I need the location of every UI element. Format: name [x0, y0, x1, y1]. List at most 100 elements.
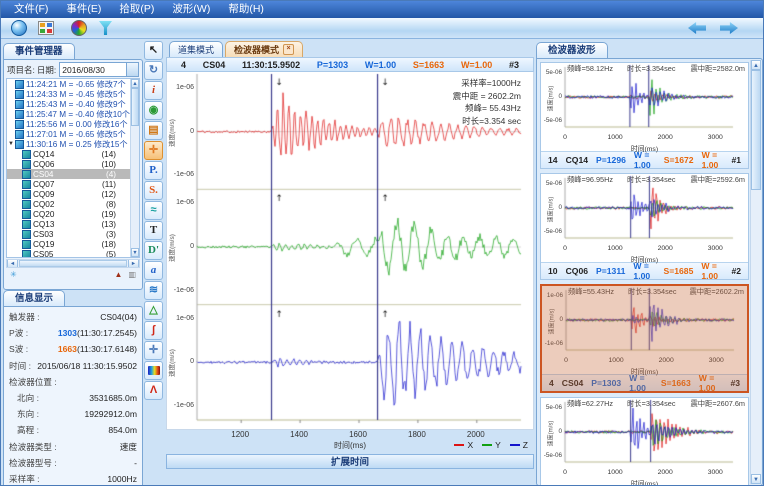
x-axis-label: 时间(ms)	[541, 254, 748, 262]
peak-tool-icon: △	[149, 305, 157, 316]
detector-name: CQ06	[33, 160, 54, 169]
detector-item[interactable]: CQ02(8)	[7, 199, 130, 209]
curve-tool-button[interactable]: ʃ	[144, 321, 163, 340]
s-phase-tool-button[interactable]: S.	[144, 181, 163, 200]
rotate-tool-button[interactable]: ↻	[144, 61, 163, 80]
multitrace-tool-button[interactable]: ≋	[144, 281, 163, 300]
detector-item[interactable]: CQ07(11)	[7, 179, 130, 189]
print-tool-button[interactable]: ▤	[144, 121, 163, 140]
menu-item-help[interactable]: 帮助(H)	[219, 1, 273, 18]
p-phase-tool-button[interactable]: P.	[144, 161, 163, 180]
colorwheel-icon	[71, 20, 87, 36]
detector-card[interactable]: 频峰=62.27Hz时长=3.354sec震中距=2607.6m5e-060-5…	[540, 397, 749, 486]
date-select[interactable]: 2016/08/30	[59, 62, 139, 77]
status-delete-icon[interactable]: ▥	[128, 270, 136, 279]
status-refresh-icon[interactable]: ✳	[10, 270, 17, 279]
detector-name: CQ07	[33, 180, 54, 189]
scroll-up-icon[interactable]: ▲	[751, 60, 761, 70]
expand-time-button[interactable]: 扩展时间	[166, 454, 534, 469]
tab-detector-mode[interactable]: 检波器模式 ×	[225, 41, 303, 57]
text-tool-button[interactable]: T	[144, 221, 163, 240]
detector-item[interactable]: CS03(3)	[7, 229, 130, 239]
detector-item[interactable]: CQ20(19)	[7, 209, 130, 219]
detector-item[interactable]: CQ06(10)	[7, 159, 130, 169]
detector-item[interactable]: CQ09(12)	[7, 189, 130, 199]
ann-dur: 时长=3.354sec	[627, 175, 675, 185]
info-field: #3	[730, 378, 740, 388]
info-field: W = 1.00	[633, 261, 655, 281]
rotate-tool-icon: ↻	[149, 65, 158, 76]
scroll-down-icon[interactable]: ▼	[751, 474, 761, 484]
detector-card-chart: 频峰=96.95Hz时长=3.354sec震中距=2592.6m5e-060-5…	[541, 174, 748, 246]
info-field: 4	[549, 378, 554, 388]
event-list-scrollbar[interactable]: ▲ ▼	[130, 79, 139, 257]
y-tick-label: -1e-06	[168, 287, 194, 294]
info-row: 时间 :2015/06/18 11:30:15.9502	[7, 358, 139, 374]
peak-tool-button[interactable]: △	[144, 301, 163, 320]
close-icon[interactable]: ×	[283, 44, 294, 55]
filter-button[interactable]	[93, 19, 118, 38]
detector-item[interactable]: CQ19(18)	[7, 239, 130, 249]
x-axis-label: 时间(ms)	[542, 366, 747, 374]
detector-panel-scrollbar[interactable]: ▲ ▼	[750, 60, 761, 484]
event-manager-panel: 事件管理器 项目名: 日期: 2016/08/30 11:24:21 M = -…	[3, 41, 143, 287]
detector-item[interactable]: CS04(4)	[7, 169, 130, 179]
detector-card[interactable]: 频峰=55.43Hz时长=3.354sec震中距=2602.2m1e-060-1…	[540, 284, 749, 393]
forward-arrow-button[interactable]	[720, 21, 740, 35]
trace-chart[interactable]: 采样率=1000Hz震中距 = 2602.2m频峰= 55.43Hz时长=3.3…	[166, 72, 534, 430]
event-tree-item[interactable]: ▼11:30:16 M = 0.25 修改15个	[7, 139, 130, 149]
detector-card[interactable]: 频峰=58.12Hz时长=3.354sec震中距=2582.0m5e-060-5…	[540, 62, 749, 169]
tab-gather-mode[interactable]: 道集模式	[169, 41, 223, 57]
globe-button[interactable]	[6, 19, 31, 38]
menu-item-wave[interactable]: 波形(W)	[163, 1, 219, 18]
scroll-down-icon[interactable]: ▼	[131, 248, 139, 257]
crosshair-tool-button[interactable]: ✛	[144, 341, 163, 360]
menu-item-file[interactable]: 文件(F)	[5, 1, 57, 18]
header-field: W=1.00	[365, 60, 396, 70]
location-pin-button[interactable]: ◉	[144, 101, 163, 120]
annotation-tool-button[interactable]: a	[144, 261, 163, 280]
detector-item[interactable]: CS05(5)	[7, 249, 130, 258]
back-arrow-button[interactable]	[688, 21, 708, 35]
menu-item-event[interactable]: 事件(E)	[57, 1, 110, 18]
detector-waveforms-tab[interactable]: 检波器波形	[536, 42, 608, 58]
ann-freq: 频峰=55.43Hz	[568, 287, 614, 297]
horizontal-scrollbar[interactable]: ◄ ►	[6, 259, 140, 268]
x-tick-label: 3000	[708, 469, 723, 476]
date-value: 2016/08/30	[60, 65, 126, 75]
colorwheel-button[interactable]	[66, 19, 91, 38]
cursor-tool-button[interactable]: ↖	[144, 41, 163, 60]
info-label: P波 :	[9, 327, 28, 339]
scrollbar-thumb[interactable]	[131, 88, 139, 126]
info-tool-button[interactable]: i	[144, 81, 163, 100]
info-display-tab[interactable]: 信息显示	[3, 290, 65, 306]
event-manager-body: 项目名: 日期: 2016/08/30 11:24:21 M = -0.65 修…	[3, 59, 143, 290]
amplitude-tool-button[interactable]: Λ	[144, 381, 163, 400]
scrollbar-thumb[interactable]	[751, 70, 761, 190]
hscrollbar-thumb[interactable]	[19, 260, 127, 267]
scroll-right-icon[interactable]: ►	[128, 260, 139, 267]
scroll-left-icon[interactable]: ◄	[7, 260, 18, 267]
pick-tool-button[interactable]: ✛	[144, 141, 163, 160]
detector-info-bar: 10CQ06P=1311W = 1.00S=1685W = 1.00#2	[541, 262, 748, 279]
detector-item[interactable]: CQ13(13)	[7, 219, 130, 229]
scroll-up-icon[interactable]: ▲	[131, 79, 139, 88]
wiggle-tool-button[interactable]: ≈	[144, 201, 163, 220]
detector-card[interactable]: 频峰=96.95Hz时长=3.354sec震中距=2592.6m5e-060-5…	[540, 173, 749, 280]
y-axis-label: 速度(m/s)	[547, 305, 556, 339]
x-axis-label: 时间(ms)	[541, 143, 748, 151]
chevron-down-icon[interactable]	[126, 63, 138, 76]
info-field: 10	[548, 266, 558, 276]
menu-item-pick[interactable]: 拾取(P)	[110, 1, 163, 18]
tab-label: 检波器模式	[234, 43, 279, 56]
collapse-caret-icon[interactable]: ▼	[7, 141, 15, 147]
spectrogram-tool-button[interactable]	[144, 361, 163, 380]
detector-icon	[22, 170, 31, 179]
x-tick-label: 1400	[290, 430, 308, 439]
d-phase-tool-button[interactable]: D'	[144, 241, 163, 260]
detector-item[interactable]: CQ14(14)	[7, 149, 130, 159]
grid-button[interactable]	[33, 19, 58, 38]
event-manager-tab[interactable]: 事件管理器	[3, 43, 75, 59]
status-export-icon[interactable]: ▲	[115, 270, 123, 279]
y-tick-label: -1e-06	[168, 171, 194, 178]
